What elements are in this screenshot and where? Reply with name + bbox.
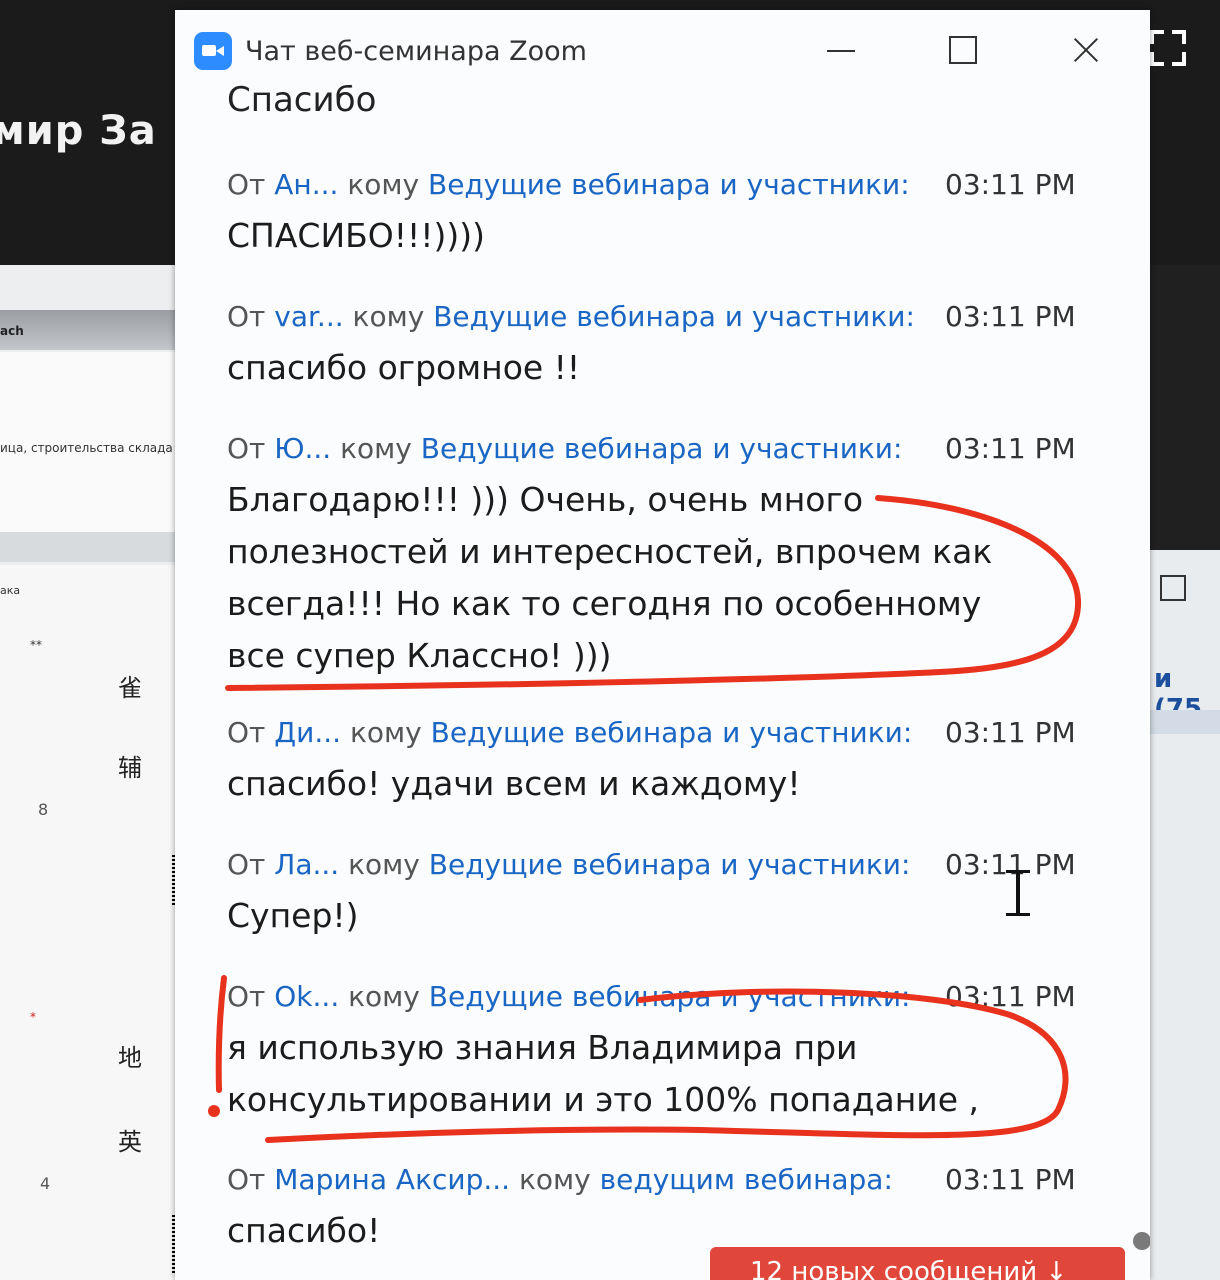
message-time: 03:11 PM bbox=[945, 980, 1076, 1013]
message-time: 03:11 PM bbox=[945, 1163, 1076, 1196]
sender-name[interactable]: Ан... bbox=[274, 168, 338, 201]
sender-name[interactable]: Ю... bbox=[274, 432, 331, 465]
document-list bbox=[0, 565, 178, 1280]
sender-name[interactable]: var... bbox=[274, 300, 343, 333]
close-button[interactable] bbox=[1055, 24, 1115, 74]
document-number: 8 bbox=[38, 800, 49, 819]
message-time: 03:11 PM bbox=[945, 168, 1076, 201]
chat-message: От Ok... кому Ведущие вебинара и участни… bbox=[227, 980, 1087, 1126]
chat-window: Чат веб-семинара Zoom Спасибо От Ан... к… bbox=[175, 10, 1150, 1280]
message-meta: От Ok... кому Ведущие вебинара и участни… bbox=[227, 980, 1076, 1013]
minimize-icon bbox=[827, 50, 855, 52]
document-cjk-text: 雀 bbox=[118, 674, 142, 702]
document-header-label: ach bbox=[0, 324, 24, 338]
sender-name[interactable]: Ла... bbox=[274, 848, 339, 881]
message-meta: От var... кому Ведущие вебинара и участн… bbox=[227, 300, 1076, 333]
chat-message: От Ан... кому Ведущие вебинара и участни… bbox=[227, 168, 1087, 262]
chat-message: От var... кому Ведущие вебинара и участн… bbox=[227, 300, 1087, 394]
chat-message: От Ла... кому Ведущие вебинара и участни… bbox=[227, 848, 1087, 942]
window-title: Чат веб-семинара Zoom bbox=[245, 36, 587, 67]
new-messages-button[interactable]: 12 новых сообщений ↓ bbox=[710, 1247, 1125, 1280]
sender-name[interactable]: Ди... bbox=[274, 716, 341, 749]
maximize-button[interactable] bbox=[931, 24, 991, 74]
document-cjk-text: 英 bbox=[118, 1128, 142, 1156]
message-meta: От Ди... кому Ведущие вебинара и участни… bbox=[227, 716, 1076, 749]
document-mark: * bbox=[30, 1010, 36, 1024]
message-time: 03:11 PM bbox=[945, 432, 1076, 465]
message-text: СПАСИБО!!!)))) bbox=[227, 216, 485, 255]
message-meta: От Ла... кому Ведущие вебинара и участни… bbox=[227, 848, 1076, 881]
recipient-name: Ведущие вебинара и участники: bbox=[433, 300, 915, 333]
shared-document-right bbox=[1148, 550, 1220, 1280]
recipient-name: Ведущие вебинара и участники: bbox=[420, 432, 903, 465]
scrollbar-thumb[interactable] bbox=[1133, 1232, 1150, 1250]
recipient-name: Ведущие вебинара и участники: bbox=[428, 848, 911, 881]
document-number: 4 bbox=[40, 1174, 51, 1193]
sender-name[interactable]: Марина Аксир... bbox=[274, 1163, 510, 1196]
presenter-name-text: мир За bbox=[0, 108, 157, 154]
document-mark: ** bbox=[30, 638, 42, 652]
chat-message: От Ди... кому Ведущие вебинара и участни… bbox=[227, 716, 1087, 810]
document-header-bar bbox=[0, 310, 180, 350]
message-text: спасибо! удачи всем и каждому! bbox=[227, 764, 801, 803]
message-text: Благодарю!!! ))) Очень, очень много поле… bbox=[227, 480, 993, 675]
recipient-name: Ведущие вебинара и участники: bbox=[428, 168, 910, 201]
maximize-icon bbox=[949, 36, 977, 64]
recipient-name: Ведущие вебинара и участники: bbox=[430, 716, 913, 749]
message-meta: От Марина Аксир... кому ведущим вебинара… bbox=[227, 1163, 1076, 1196]
recipient-name: ведущим вебинара: bbox=[599, 1163, 893, 1196]
recipient-name: Ведущие вебинара и участники: bbox=[428, 980, 911, 1013]
document-cjk-text: 地 bbox=[118, 1044, 142, 1072]
clipped-message-text: Спасибо bbox=[227, 80, 377, 120]
message-meta: От Ю... кому Ведущие вебинара и участник… bbox=[227, 432, 1076, 465]
text-cursor-icon bbox=[1006, 870, 1030, 916]
document-list-header: ака bbox=[0, 584, 21, 597]
chat-message: От Ю... кому Ведущие вебинара и участник… bbox=[227, 432, 1087, 682]
sender-name[interactable]: Ok... bbox=[274, 980, 339, 1013]
checkbox-icon[interactable] bbox=[1160, 575, 1186, 601]
window-titlebar[interactable]: Чат веб-семинара Zoom bbox=[175, 10, 1150, 90]
message-meta: От Ан... кому Ведущие вебинара и участни… bbox=[227, 168, 1076, 201]
message-text: спасибо огромное !! bbox=[227, 348, 581, 387]
minimize-button[interactable] bbox=[811, 24, 871, 74]
document-right-bar bbox=[1150, 710, 1220, 734]
document-cjk-text: 辅 bbox=[118, 754, 142, 782]
chat-message: От Марина Аксир... кому ведущим вебинара… bbox=[227, 1163, 1087, 1257]
zoom-logo-icon bbox=[194, 32, 232, 70]
document-text: ица, строительства склада bbox=[0, 441, 173, 455]
document-band bbox=[0, 532, 180, 562]
message-time: 03:11 PM bbox=[945, 716, 1076, 749]
message-text: я использую знания Владимира при консуль… bbox=[227, 1028, 980, 1119]
message-text: Супер!) bbox=[227, 896, 359, 935]
message-time: 03:11 PM bbox=[945, 300, 1076, 333]
fullscreen-icon[interactable] bbox=[1150, 30, 1186, 66]
